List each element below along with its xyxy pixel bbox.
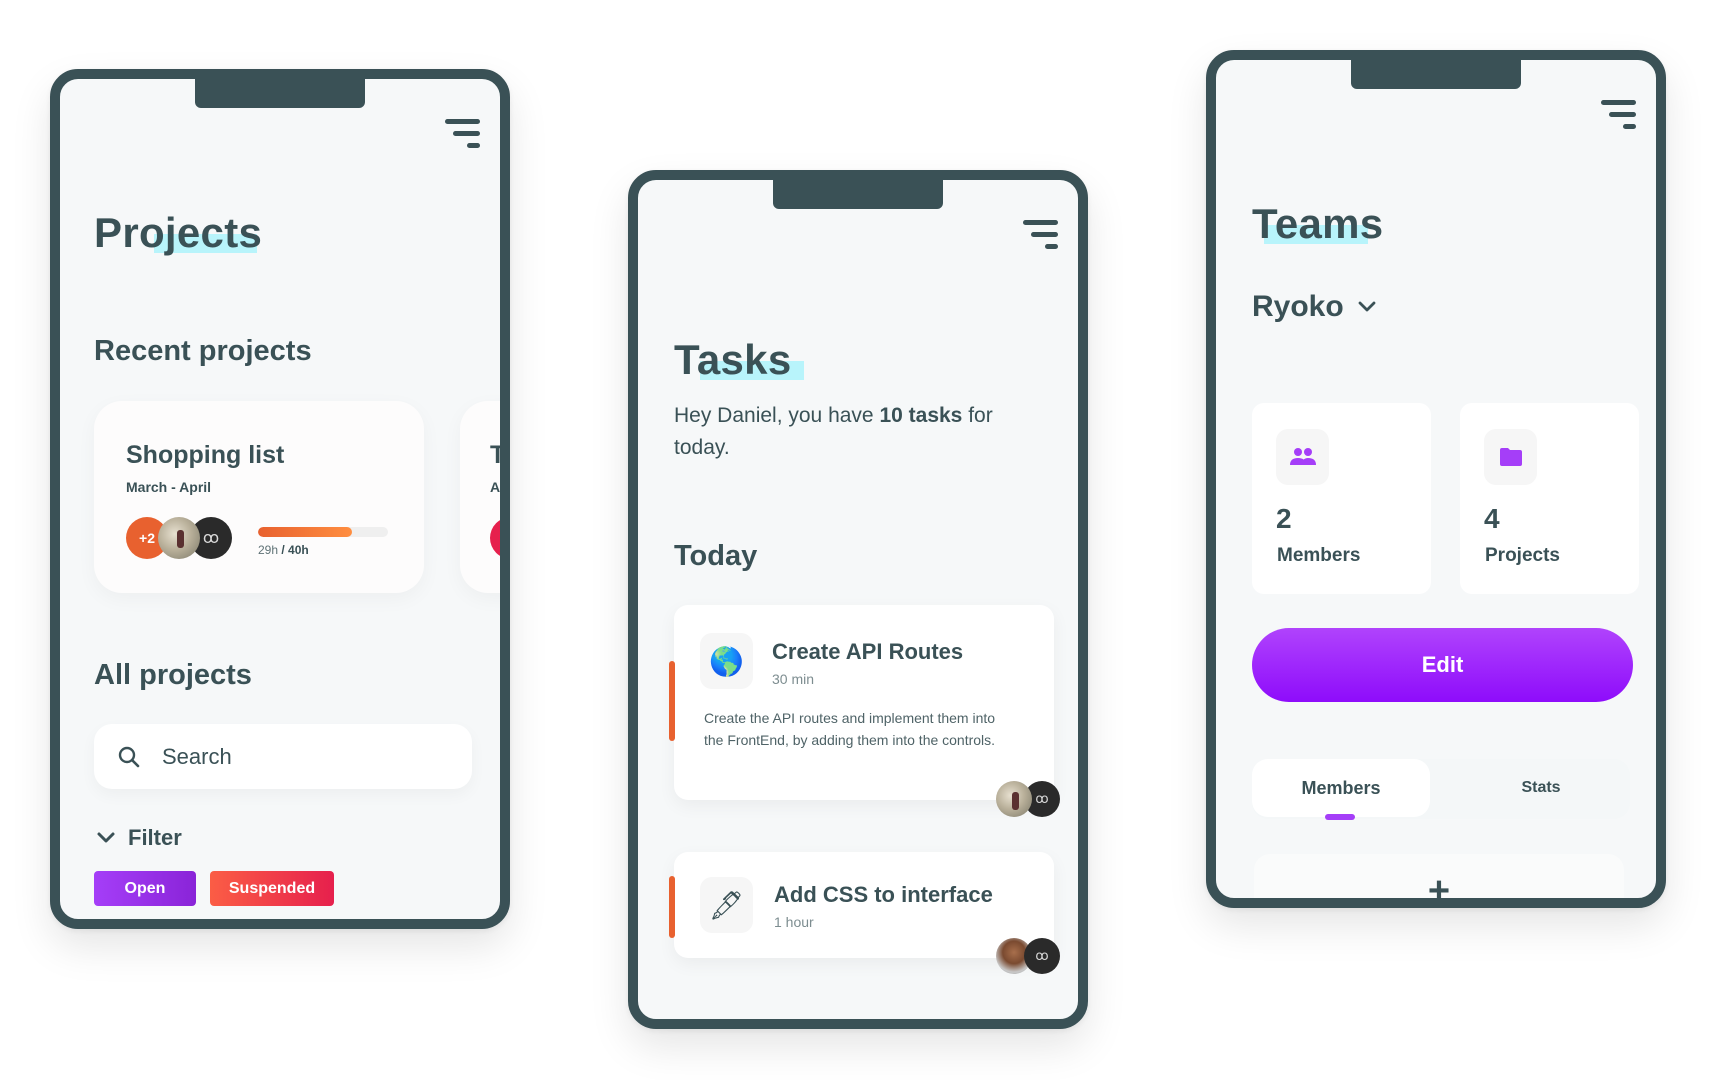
team-tabs: Members Stats (1252, 759, 1630, 820)
menu-icon[interactable] (444, 119, 480, 149)
chevron-down-icon (1358, 301, 1376, 312)
task-assignees: ꝏ (996, 781, 1060, 817)
stat-label: Members (1277, 545, 1361, 566)
menu-icon[interactable] (1600, 100, 1636, 130)
search-input[interactable] (162, 743, 462, 770)
globe-icon: 🌎 (700, 633, 753, 689)
tab-stats[interactable]: Stats (1452, 759, 1630, 817)
projects-stat-card: 4 Projects (1460, 403, 1639, 594)
progress-track (258, 527, 388, 537)
task-assignees: ꝏ (996, 938, 1060, 974)
chevron-down-icon (97, 832, 115, 843)
project-card[interactable]: Shopping list March - April +2 ꝏ 29h / 4… (94, 401, 424, 593)
member-avatars (490, 517, 500, 559)
page-title: Teams (1252, 200, 1384, 247)
task-priority-bar (669, 661, 675, 741)
page-title: Tasks (674, 336, 804, 384)
filter-label: Filter (128, 825, 182, 850)
stat-value: 4 (1484, 503, 1500, 534)
filter-suspended-badge[interactable]: Suspended (210, 871, 334, 906)
folder-icon (1484, 429, 1537, 485)
team-selector[interactable]: Ryoko (1252, 290, 1376, 324)
recent-projects-heading: Recent projects (94, 335, 312, 367)
edit-button[interactable]: Edit (1252, 628, 1633, 702)
people-icon (1276, 429, 1329, 485)
tasks-phone: Tasks Hey Daniel, you have 10 tasks for … (628, 170, 1088, 1029)
page-title: Projects (94, 209, 263, 256)
phone-notch (773, 180, 943, 209)
project-dates: March - April (126, 479, 212, 495)
task-duration: 30 min (772, 671, 815, 687)
members-stat-card: 2 Members (1252, 403, 1431, 594)
task-card[interactable]: 🖋 Add CSS to interface 1 hour ꝏ (669, 852, 1060, 974)
project-progress: 29h / 40h (258, 527, 388, 557)
greeting-text: Hey Daniel, you have 10 tasks for today. (674, 404, 993, 459)
team-name: Ryoko (1252, 290, 1344, 323)
today-heading: Today (674, 540, 758, 572)
teams-phone: Teams Ryoko 2 Members 4 Projects Edit Me… (1206, 50, 1666, 908)
avatar (996, 781, 1032, 817)
avatar (490, 517, 500, 559)
filter-toggle[interactable]: Filter (96, 825, 182, 851)
projects-phone: Projects Recent projects Shopping list M… (50, 69, 510, 929)
project-name: Shopping list (126, 441, 285, 469)
search-box[interactable] (94, 724, 472, 789)
task-priority-bar (669, 876, 675, 938)
task-description: Create the API routes and implement them… (704, 710, 996, 748)
project-name: T (490, 441, 506, 469)
member-avatars: +2 ꝏ (126, 517, 232, 559)
phone-notch (195, 79, 365, 108)
stat-label: Projects (1485, 545, 1560, 566)
tab-members[interactable]: Members (1252, 759, 1430, 817)
stat-value: 2 (1276, 503, 1292, 534)
filter-open-badge[interactable]: Open (94, 871, 196, 906)
menu-icon[interactable] (1022, 220, 1058, 250)
add-member-button[interactable]: + (1254, 854, 1624, 898)
progress-label: 29h / 40h (258, 543, 309, 557)
project-dates: A (490, 479, 501, 495)
project-card[interactable]: T A (460, 401, 506, 593)
task-title: Create API Routes (772, 639, 964, 664)
task-card[interactable]: 🌎 Create API Routes 30 min Create the AP… (669, 605, 1060, 817)
avatar: ꝏ (1024, 938, 1060, 974)
avatar (158, 517, 200, 559)
task-title: Add CSS to interface (774, 882, 993, 907)
phone-notch (1351, 60, 1521, 89)
progress-fill (258, 527, 353, 537)
all-projects-heading: All projects (94, 659, 252, 691)
pen-icon: 🖋 (700, 877, 753, 933)
task-duration: 1 hour (774, 914, 814, 930)
active-tab-indicator (1325, 814, 1355, 820)
search-icon (118, 746, 140, 767)
